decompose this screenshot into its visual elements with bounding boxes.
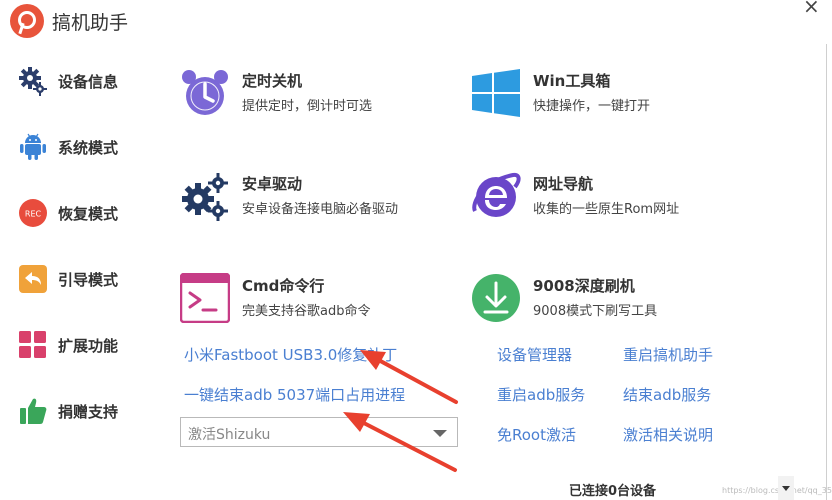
- tile-desc: 快捷操作，一键打开: [533, 99, 651, 114]
- kill-adb-port-link[interactable]: 一键结束adb 5037端口占用进程: [184, 384, 405, 405]
- watermark-text: https://blog.csdn.net/qq_35...: [722, 486, 832, 495]
- fastboot-usb3-fix-link[interactable]: 小米Fastboot USB3.0修复补丁: [184, 344, 397, 365]
- gears-icon: [19, 67, 47, 96]
- device-manager-link[interactable]: 设备管理器: [497, 344, 572, 365]
- thumbs-up-icon: [20, 398, 47, 424]
- tile-scheduled-shutdown[interactable]: 定时关机 提供定时，倒计时可选: [180, 68, 440, 132]
- status-dropdown[interactable]: [778, 476, 794, 500]
- tile-title: 安卓驱动: [242, 175, 303, 193]
- app-logo-icon: [10, 4, 44, 38]
- tile-desc: 完美支持谷歌adb命令: [242, 304, 371, 319]
- sidebar-item-extensions[interactable]: 扩展功能: [0, 320, 160, 370]
- tile-desc: 9008模式下刷写工具: [533, 304, 658, 319]
- ie-icon: [472, 172, 521, 217]
- gears-icon: [182, 173, 228, 221]
- tile-desc: 安卓设备连接电脑必备驱动: [242, 202, 399, 217]
- chevron-down-icon: [782, 486, 790, 491]
- windows-icon: [472, 69, 520, 117]
- restart-adb-link[interactable]: 重启adb服务: [497, 384, 585, 405]
- root-free-activate-link[interactable]: 免Root激活: [497, 424, 576, 445]
- tile-title: Cmd命令行: [242, 277, 325, 295]
- sidebar-item-label: 系统模式: [58, 139, 119, 157]
- tile-title: 定时关机: [242, 72, 303, 90]
- title-bar: 搞机助手 ×: [0, 0, 832, 44]
- tile-desc: 收集的一些原生Rom网址: [533, 202, 680, 217]
- connection-status: 已连接0台设备: [569, 484, 657, 499]
- tile-title: 网址导航: [533, 175, 594, 193]
- sidebar-item-label: 扩展功能: [58, 337, 119, 355]
- tile-9008-flash[interactable]: 9008深度刷机 9008模式下刷写工具: [471, 273, 731, 337]
- chevron-down-icon: [433, 430, 447, 437]
- terminal-icon: [180, 273, 230, 323]
- sidebar-item-label: 捐赠支持: [58, 403, 119, 421]
- android-icon: [20, 133, 46, 160]
- alarm-clock-icon: [182, 70, 228, 115]
- tile-title: Win工具箱: [533, 72, 611, 90]
- sidebar-item-label: 设备信息: [58, 73, 119, 91]
- sidebar-item-device-info[interactable]: 设备信息: [0, 56, 160, 106]
- rec-icon-text: REC: [25, 210, 42, 219]
- sidebar-item-bootloader-mode[interactable]: 引导模式: [0, 254, 160, 304]
- sidebar-item-label: 恢复模式: [58, 205, 119, 223]
- activate-target-select[interactable]: 激活Shizuku: [180, 417, 458, 447]
- tile-url-navigation[interactable]: 网址导航 收集的一些原生Rom网址: [471, 171, 731, 235]
- tile-android-driver[interactable]: 安卓驱动 安卓设备连接电脑必备驱动: [180, 171, 440, 235]
- sidebar-item-label: 引导模式: [58, 271, 119, 289]
- app-title: 搞机助手: [52, 12, 129, 34]
- rec-icon: REC: [19, 199, 47, 227]
- activation-help-link[interactable]: 激活相关说明: [623, 424, 713, 445]
- sidebar-item-recovery-mode[interactable]: REC 恢复模式: [0, 188, 160, 238]
- tile-title: 9008深度刷机: [533, 277, 635, 295]
- back-arrow-icon: [19, 265, 47, 293]
- sidebar-item-donate[interactable]: 捐赠支持: [0, 386, 160, 436]
- window-border: [826, 44, 827, 500]
- tile-desc: 提供定时，倒计时可选: [242, 99, 373, 114]
- sidebar-item-system-mode[interactable]: 系统模式: [0, 122, 160, 172]
- download-icon: [472, 274, 520, 322]
- stop-adb-link[interactable]: 结束adb服务: [623, 384, 711, 405]
- tile-cmd-console[interactable]: Cmd命令行 完美支持谷歌adb命令: [180, 273, 440, 337]
- tile-win-toolbox[interactable]: Win工具箱 快捷操作，一键打开: [471, 68, 731, 132]
- select-value: 激活Shizuku: [188, 427, 271, 443]
- grid-icon: [19, 331, 46, 358]
- restart-tool-link[interactable]: 重启搞机助手: [623, 344, 713, 365]
- close-icon[interactable]: ×: [803, 0, 820, 18]
